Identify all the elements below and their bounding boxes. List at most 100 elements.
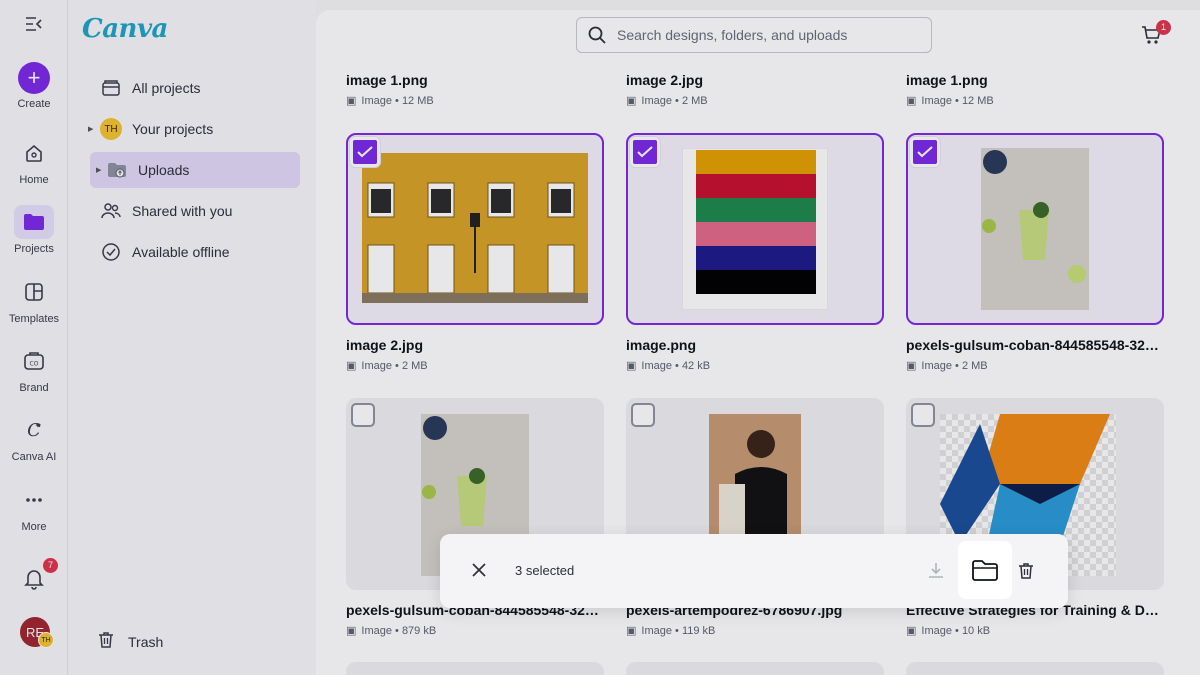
rail-item-canva-ai[interactable]: C Canva AI bbox=[0, 413, 68, 463]
cart-button[interactable]: 1 bbox=[1140, 20, 1171, 51]
select-checkbox[interactable] bbox=[630, 137, 660, 167]
svg-text:C: C bbox=[27, 420, 41, 441]
image-icon: ▣ bbox=[906, 95, 917, 107]
select-checkbox[interactable] bbox=[910, 137, 940, 167]
nav-item-all-projects[interactable]: All projects bbox=[90, 70, 300, 106]
file-meta: ▣ Image • 879 kB bbox=[346, 624, 436, 638]
file-name[interactable]: image 1.png bbox=[906, 72, 1164, 88]
cart-badge: 1 bbox=[1156, 20, 1171, 35]
file-meta: ▣ Image • 2 MB bbox=[346, 359, 428, 373]
file-card[interactable] bbox=[626, 133, 884, 325]
file-card[interactable] bbox=[346, 662, 604, 675]
drink-thumbnail bbox=[981, 148, 1089, 310]
file-name[interactable]: image.png bbox=[626, 337, 884, 353]
uploads-folder-icon bbox=[106, 159, 128, 181]
selection-action-bar: 3 selected bbox=[440, 534, 1068, 608]
trash-icon bbox=[1019, 563, 1033, 579]
image-icon: ▣ bbox=[906, 360, 917, 372]
file-meta: ▣ Image • 12 MB bbox=[906, 94, 994, 108]
cart-icon bbox=[1140, 26, 1162, 50]
building-thumbnail bbox=[362, 153, 588, 303]
notifications-button[interactable] bbox=[0, 566, 68, 593]
rail-item-home[interactable]: Home bbox=[0, 136, 68, 186]
create-label: Create bbox=[17, 98, 51, 110]
folder-icon bbox=[972, 560, 998, 581]
file-meta: ▣ Image • 12 MB bbox=[346, 94, 434, 108]
file-card[interactable] bbox=[626, 662, 884, 675]
nav-item-uploads[interactable]: ▶ Uploads bbox=[90, 152, 300, 188]
stripes-thumbnail bbox=[682, 148, 828, 310]
nav-label: Shared with you bbox=[132, 203, 233, 219]
close-icon bbox=[472, 563, 486, 577]
file-meta: ▣ Image • 2 MB bbox=[626, 94, 708, 108]
file-meta-text: Image • 10 kB bbox=[921, 624, 991, 637]
bell-icon bbox=[23, 570, 45, 593]
rail-item-brand[interactable]: CO Brand bbox=[0, 344, 68, 394]
file-meta-text: Image • 2 MB bbox=[921, 359, 988, 372]
clear-selection-button[interactable] bbox=[470, 561, 488, 584]
expand-caret-icon[interactable]: ▶ bbox=[96, 166, 101, 174]
select-checkbox[interactable] bbox=[911, 403, 935, 427]
stripe bbox=[696, 270, 816, 294]
image-icon: ▣ bbox=[346, 95, 357, 107]
trash-icon bbox=[96, 630, 128, 653]
delete-button[interactable] bbox=[1016, 561, 1036, 586]
file-meta-text: Image • 2 MB bbox=[641, 94, 708, 107]
trash-label: Trash bbox=[128, 633, 164, 650]
file-meta: ▣ Image • 119 kB bbox=[626, 624, 716, 638]
rail-item-templates[interactable]: Templates bbox=[0, 275, 68, 325]
stripe bbox=[696, 198, 816, 222]
rail-item-projects[interactable]: Projects bbox=[0, 205, 68, 255]
stripe bbox=[696, 150, 816, 174]
rail-item-more[interactable]: More bbox=[0, 483, 68, 533]
search-icon bbox=[587, 25, 609, 45]
more-icon bbox=[14, 483, 54, 517]
nav-label: All projects bbox=[132, 80, 201, 96]
file-meta-text: Image • 42 kB bbox=[641, 359, 711, 372]
nav-label: Your projects bbox=[132, 121, 214, 137]
stripe bbox=[696, 222, 816, 246]
nav-item-offline[interactable]: Available offline bbox=[90, 234, 300, 270]
file-meta-text: Image • 2 MB bbox=[361, 359, 428, 372]
nav-label: Uploads bbox=[138, 162, 190, 178]
download-icon bbox=[929, 563, 943, 578]
canva-logo[interactable]: Canva bbox=[82, 14, 168, 44]
file-name[interactable]: image 2.jpg bbox=[626, 72, 884, 88]
select-checkbox[interactable] bbox=[350, 137, 380, 167]
collapse-menu-icon bbox=[24, 17, 44, 35]
svg-text:CO: CO bbox=[30, 361, 39, 368]
create-button[interactable]: + Create bbox=[0, 62, 68, 110]
canva-ai-label: Canva AI bbox=[11, 451, 57, 463]
check-icon bbox=[917, 146, 933, 158]
check-icon bbox=[357, 146, 373, 158]
top-bar: Search designs, folders, and uploads 1 bbox=[316, 10, 1200, 68]
select-checkbox[interactable] bbox=[631, 403, 655, 427]
select-checkbox[interactable] bbox=[351, 403, 375, 427]
trash-link[interactable]: Trash bbox=[96, 630, 163, 653]
search-input[interactable]: Search designs, folders, and uploads bbox=[576, 17, 932, 53]
more-label: More bbox=[21, 521, 47, 533]
file-card[interactable] bbox=[346, 133, 604, 325]
file-card[interactable] bbox=[906, 133, 1164, 325]
file-name[interactable]: pexels-gulsum-coban-844585548-3275... bbox=[906, 337, 1164, 353]
home-icon bbox=[14, 136, 54, 170]
download-button[interactable] bbox=[926, 560, 946, 585]
all-projects-icon bbox=[100, 77, 122, 99]
file-name[interactable]: image 1.png bbox=[346, 72, 604, 88]
expand-caret-icon[interactable]: ▶ bbox=[88, 125, 93, 133]
file-name[interactable]: image 2.jpg bbox=[346, 337, 604, 353]
nav-item-shared[interactable]: Shared with you bbox=[90, 193, 300, 229]
team-avatar: TH bbox=[38, 632, 54, 648]
file-meta: ▣ Image • 10 kB bbox=[906, 624, 991, 638]
image-icon: ▣ bbox=[626, 360, 637, 372]
file-meta: ▣ Image • 2 MB bbox=[906, 359, 988, 373]
file-meta-text: Image • 119 kB bbox=[641, 624, 716, 637]
nav-item-your-projects[interactable]: ▶ TH Your projects bbox=[88, 111, 300, 147]
move-to-folder-button[interactable] bbox=[958, 541, 1012, 599]
file-card[interactable] bbox=[906, 662, 1164, 675]
file-meta: ▣ Image • 42 kB bbox=[626, 359, 711, 373]
plus-icon: + bbox=[18, 62, 50, 94]
home-label: Home bbox=[19, 174, 49, 186]
collapse-menu-button[interactable] bbox=[0, 16, 68, 35]
selected-count: 3 selected bbox=[515, 563, 575, 578]
